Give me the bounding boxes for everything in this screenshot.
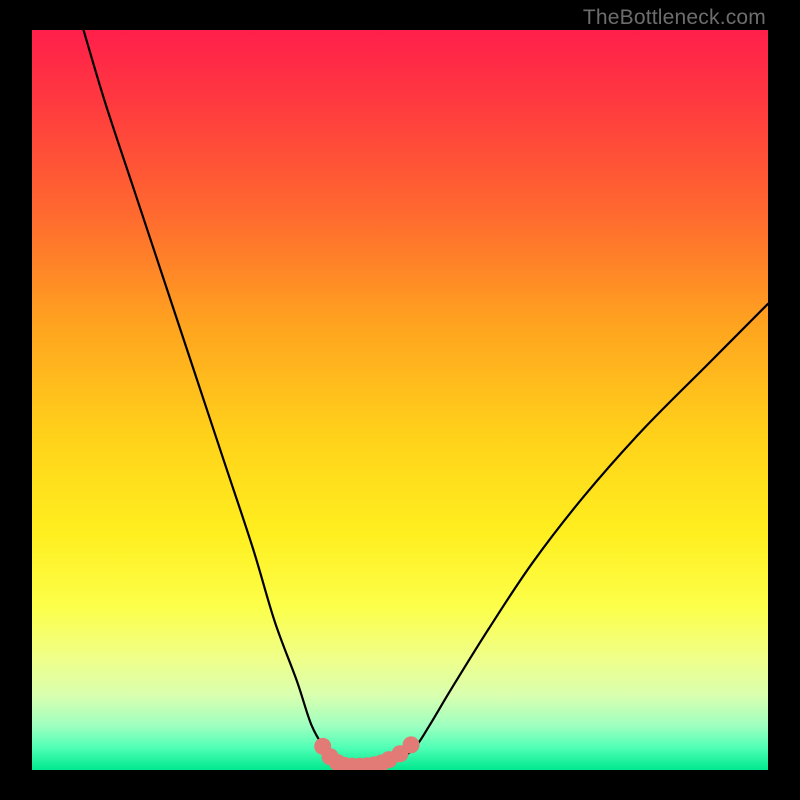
bottleneck-curve [84, 30, 768, 766]
watermark-text: TheBottleneck.com [583, 6, 766, 30]
highlight-dots [314, 736, 419, 770]
curve-svg [32, 30, 768, 770]
outer-frame: TheBottleneck.com [0, 0, 800, 800]
plot-area [32, 30, 768, 770]
highlight-dot [403, 736, 420, 753]
